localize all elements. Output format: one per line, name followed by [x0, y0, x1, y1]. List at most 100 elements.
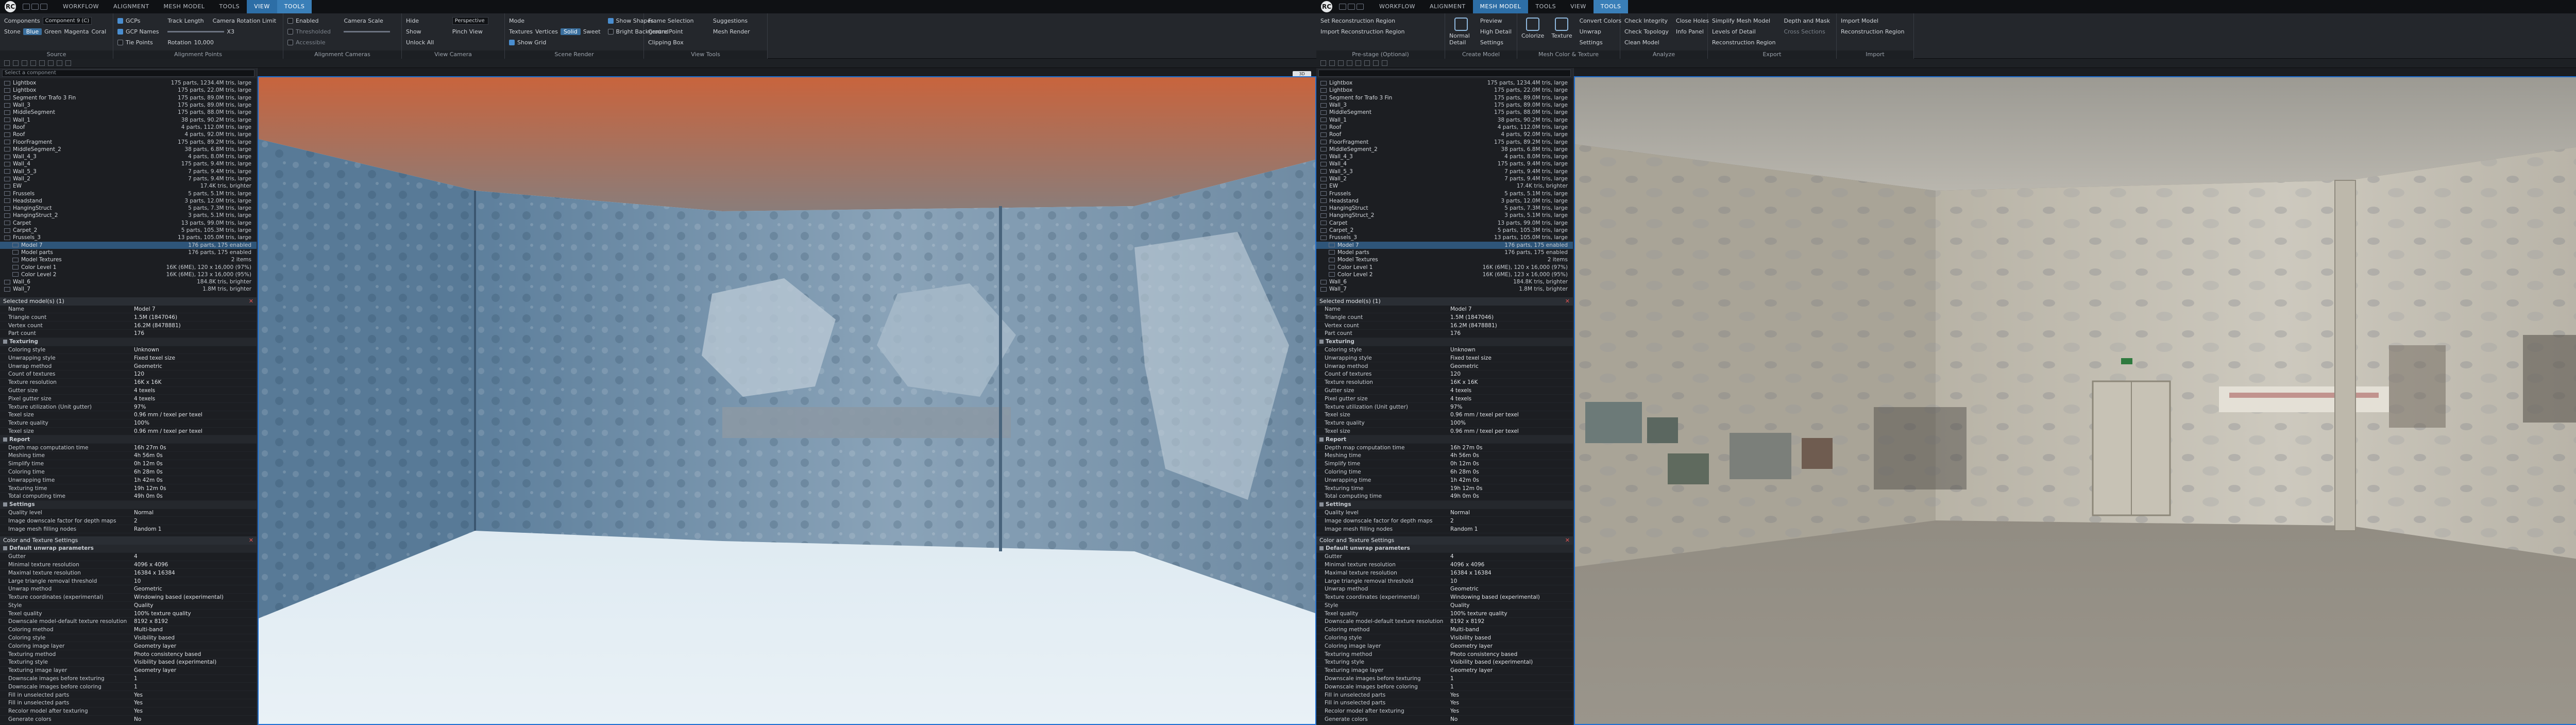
- property-value[interactable]: 1.5M (1847046): [134, 314, 257, 321]
- app-logo[interactable]: RC: [1316, 0, 1337, 13]
- property-value[interactable]: 19h 12m 0s: [1450, 485, 1573, 492]
- visibility-toggle-icon[interactable]: [4, 198, 10, 204]
- tree-item[interactable]: Frussels 5 parts, 5.1M tris, large: [1316, 190, 1573, 197]
- visibility-toggle-icon[interactable]: [1320, 88, 1327, 93]
- property-value[interactable]: Windowing based (experimental): [1450, 594, 1573, 600]
- tree-item[interactable]: Wall_4 175 parts, 9.4M tris, large: [1316, 160, 1573, 167]
- info-panel-button[interactable]: Info Panel: [1676, 27, 1709, 36]
- property-value[interactable]: 10: [134, 578, 257, 584]
- mode-sweet[interactable]: Sweet: [583, 28, 601, 35]
- property-value[interactable]: Normal: [134, 510, 257, 516]
- component-selector[interactable]: Component 9 (C): [42, 17, 92, 25]
- tree-item[interactable]: Frussels_3 13 parts, 105.0M tris, large: [0, 234, 257, 241]
- frame-selection-button[interactable]: Frame Selection: [648, 16, 706, 25]
- property-value[interactable]: Multi-band: [134, 627, 257, 633]
- visibility-toggle-icon[interactable]: [4, 191, 10, 196]
- simplify-button[interactable]: Simplify Mesh Model: [1712, 16, 1776, 25]
- property-row[interactable]: Unwrap method Geometric: [1316, 362, 1573, 370]
- property-row[interactable]: Coloring style Visibility based: [1316, 634, 1573, 643]
- property-row[interactable]: Image downscale factor for depth maps 2: [1316, 517, 1573, 526]
- tree-item[interactable]: Carpet 13 parts, 99.0M tris, large: [0, 220, 257, 227]
- property-value[interactable]: Visibility based (experimental): [134, 659, 257, 665]
- color-blue[interactable]: Blue: [23, 28, 42, 35]
- property-value[interactable]: 100%: [134, 420, 257, 426]
- property-value[interactable]: 8192 x 8192: [1450, 618, 1573, 625]
- tree-item[interactable]: Wall_5_3 7 parts, 9.4M tris, large: [1316, 168, 1573, 175]
- visibility-toggle-icon[interactable]: [4, 213, 10, 218]
- clean-model-button[interactable]: Clean Model: [1624, 38, 1669, 47]
- property-row[interactable]: Name Model 7: [1316, 306, 1573, 314]
- property-row[interactable]: Texel quality 100% texture quality: [0, 610, 257, 618]
- visibility-toggle-icon[interactable]: [4, 169, 10, 174]
- visibility-toggle-icon[interactable]: [1320, 279, 1327, 284]
- property-row[interactable]: Depth map computation time 16h 27m 0s: [0, 444, 257, 452]
- tree-item[interactable]: Wall_2 7 parts, 9.4M tris, large: [1316, 175, 1573, 182]
- visibility-toggle-icon[interactable]: [1320, 235, 1327, 240]
- show-grid-checkbox[interactable]: Show Grid: [509, 38, 601, 47]
- layout-icon[interactable]: [65, 60, 71, 66]
- visibility-toggle-icon[interactable]: [1320, 132, 1327, 137]
- high-detail-button[interactable]: High Detail: [1480, 27, 1512, 36]
- property-value[interactable]: 49h 0m 0s: [1450, 493, 1573, 499]
- tree-item[interactable]: Color Level 2 16K (6ME), 123 x 16,000 (95…: [1316, 271, 1573, 278]
- property-row[interactable]: Coloring image layer Geometry layer: [1316, 642, 1573, 651]
- tree-item[interactable]: Headstand 3 parts, 12.0M tris, large: [0, 197, 257, 205]
- property-value[interactable]: 1: [1450, 684, 1573, 690]
- property-row[interactable]: Gutter size 4 texels: [0, 387, 257, 395]
- visibility-toggle-icon[interactable]: [4, 147, 10, 152]
- property-row[interactable]: Vertex count 16.2M (8478881): [1316, 322, 1573, 330]
- property-value[interactable]: Yes: [134, 708, 257, 714]
- property-value[interactable]: 4 texels: [134, 387, 257, 394]
- tree-item[interactable]: Carpet_2 5 parts, 105.3M tris, large: [1316, 227, 1573, 234]
- property-row[interactable]: Meshing time 4h 56m 0s: [0, 452, 257, 460]
- 3d-viewport-textured[interactable]: [1574, 76, 2576, 725]
- tree-item[interactable]: EW 17.4K tris, brighter: [0, 182, 257, 190]
- close-icon[interactable]: ✕: [249, 297, 253, 306]
- expand-icon[interactable]: [1319, 546, 1324, 551]
- property-value[interactable]: 1: [134, 676, 257, 682]
- visibility-toggle-icon[interactable]: [12, 272, 19, 277]
- property-value[interactable]: No: [134, 716, 257, 722]
- property-category[interactable]: Report: [1316, 435, 1573, 444]
- property-value[interactable]: 4 texels: [1450, 387, 1573, 394]
- check-topology-button[interactable]: Check Topology: [1624, 27, 1669, 36]
- property-value[interactable]: Multi-band: [1450, 627, 1573, 633]
- property-value[interactable]: Geometric: [134, 586, 257, 592]
- visibility-toggle-icon[interactable]: [1329, 272, 1335, 277]
- property-value[interactable]: 19h 12m 0s: [134, 485, 257, 492]
- tree-item[interactable]: MiddleSegment 175 parts, 88.0M tris, larg…: [0, 109, 257, 116]
- tree-item[interactable]: Wall_4_3 4 parts, 8.0M tris, large: [1316, 153, 1573, 160]
- tree-item[interactable]: Wall_2 7 parts, 9.4M tris, large: [0, 175, 257, 182]
- property-value[interactable]: 1h 42m 0s: [1450, 477, 1573, 483]
- property-row[interactable]: Fill in unselected parts Yes: [1316, 691, 1573, 700]
- tree-item[interactable]: HangingStruct_2 3 parts, 5.1M tris, large: [0, 212, 257, 219]
- property-row[interactable]: Texture resolution 16K x 16K: [1316, 379, 1573, 387]
- tree-item[interactable]: Wall_4 175 parts, 9.4M tris, large: [0, 160, 257, 167]
- property-value[interactable]: 4h 56m 0s: [1450, 452, 1573, 459]
- property-row[interactable]: Texturing time 19h 12m 0s: [0, 484, 257, 493]
- property-value[interactable]: Geometry layer: [1450, 643, 1573, 649]
- property-row[interactable]: Coloring style Unknown: [1316, 346, 1573, 355]
- property-row[interactable]: Part count 176: [0, 330, 257, 338]
- property-value[interactable]: Random 1: [1450, 526, 1573, 532]
- property-value[interactable]: 0.96 mm / texel per texel: [134, 412, 257, 418]
- tree-item[interactable]: Carpet_2 5 parts, 105.3M tris, large: [0, 227, 257, 234]
- property-row[interactable]: Total computing time 49h 0m 0s: [0, 493, 257, 501]
- visibility-toggle-icon[interactable]: [4, 95, 10, 100]
- visibility-toggle-icon[interactable]: [4, 140, 10, 145]
- color-stone[interactable]: Stone: [4, 28, 21, 35]
- property-row[interactable]: Texturing time 19h 12m 0s: [1316, 484, 1573, 493]
- property-value[interactable]: 16h 27m 0s: [134, 445, 257, 451]
- property-row[interactable]: Downscale model-default texture resoluti…: [0, 618, 257, 626]
- visibility-toggle-icon[interactable]: [1320, 147, 1327, 152]
- property-value[interactable]: Yes: [134, 700, 257, 706]
- property-row[interactable]: Meshing time 4h 56m 0s: [1316, 452, 1573, 460]
- property-row[interactable]: Texturing image layer Geometry layer: [0, 667, 257, 675]
- property-row[interactable]: Texture utilization (Unit gutter) 97%: [0, 403, 257, 411]
- property-row[interactable]: Coloring method Multi-band: [0, 626, 257, 634]
- layout-icon[interactable]: [4, 60, 10, 66]
- tree-item[interactable]: HangingStruct_2 3 parts, 5.1M tris, large: [1316, 212, 1573, 219]
- property-value[interactable]: 100% texture quality: [134, 611, 257, 617]
- tree-item[interactable]: Headstand 3 parts, 12.0M tris, large: [1316, 197, 1573, 205]
- property-row[interactable]: Texel size 0.96 mm / texel per texel: [0, 428, 257, 436]
